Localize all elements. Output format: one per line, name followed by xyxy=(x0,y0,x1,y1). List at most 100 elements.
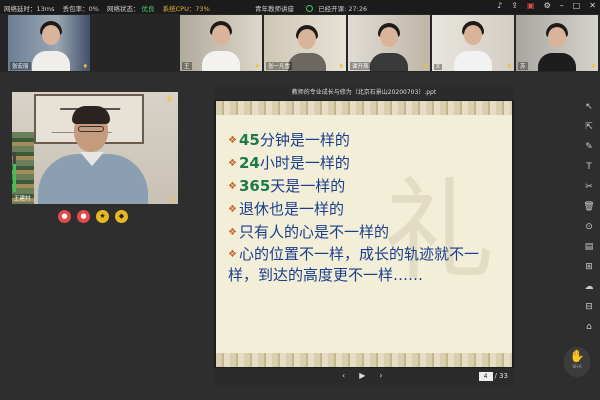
status-bar: 网络延时：13ms 丢包率：0% 网络状态： 优良 系统CPU：73% 青年教师… xyxy=(0,0,600,14)
toolbox-icon[interactable]: ⊟ xyxy=(582,300,596,314)
notification-icon[interactable]: ♪ xyxy=(497,1,502,10)
participant-name: 谭开燕 xyxy=(350,62,371,70)
participant-tile[interactable]: 苏 ♦ xyxy=(516,15,598,71)
speaker-hair xyxy=(72,106,110,124)
current-page-input[interactable]: 4 xyxy=(478,372,493,381)
bullet-text: 小时是一样的 xyxy=(259,154,350,172)
settings-icon[interactable]: ⚙ xyxy=(544,1,551,10)
bullet-item: ❖ 退休也是一样的 xyxy=(228,198,504,221)
scissors-icon[interactable]: ✂ xyxy=(582,180,596,194)
diamond-bullet-icon: ❖ xyxy=(228,227,237,238)
bullet-text: 退休也是一样的 xyxy=(238,200,344,218)
bullet-item: ❖ 45分钟是一样的 xyxy=(228,129,504,152)
participant-head xyxy=(380,27,398,47)
slide-nav: ‹ ▶ › xyxy=(342,371,383,380)
diamond-bullet-icon: ❖ xyxy=(228,181,237,192)
bullet-number: 365 xyxy=(238,177,271,195)
minimize-icon[interactable]: – xyxy=(560,1,564,10)
pointer-icon[interactable]: ↖ xyxy=(582,100,596,114)
camera-off-icon[interactable]: ● xyxy=(77,210,90,223)
network-stats: 网络延时：13ms 丢包率：0% 网络状态： 优良 系统CPU：73% xyxy=(4,3,216,13)
participant-name: 张一凡雪 xyxy=(266,62,293,70)
participant-tile[interactable]: 张宏丽 ♦ xyxy=(8,15,90,71)
participant-body xyxy=(202,51,240,71)
speaker-glasses xyxy=(78,126,104,132)
bullet-text: 天是一样的 xyxy=(270,177,346,195)
image-icon[interactable]: ▤ xyxy=(582,240,596,254)
bullet-number: 45 xyxy=(238,131,260,149)
network-status-prefix: 网络状态： xyxy=(106,5,140,13)
participant-body xyxy=(288,53,326,71)
share-screen-icon[interactable]: ⌂ xyxy=(582,320,596,334)
mute-mic-icon[interactable]: ● xyxy=(58,210,71,223)
participant-strip: 张宏丽 ♦ 王 ♦ 张一凡雪 ♦ 谭开燕 ♦ X ♦ 苏 ♦ xyxy=(0,14,600,72)
close-icon[interactable]: ✕ xyxy=(589,1,596,10)
participant-name: 王 xyxy=(182,62,192,70)
presentation-controls: ‹ ▶ › 4/ 33 xyxy=(214,368,514,386)
speaker-name: 王建村 xyxy=(14,196,31,202)
hand-icon: ✋ xyxy=(569,349,585,363)
mic-icon: ♦ xyxy=(422,63,428,70)
prev-slide-icon[interactable]: ‹ xyxy=(342,371,345,380)
participant-name: 张宏丽 xyxy=(10,62,31,70)
network-status-value: 优良 xyxy=(141,5,155,13)
slide-border-top xyxy=(216,101,512,115)
mic-icon: ♦ xyxy=(506,63,512,70)
bullet-item: ❖ 24小时是一样的 xyxy=(228,152,504,175)
slide-bullets: ❖ 45分钟是一样的 ❖ 24小时是一样的 ❖ 365天是一样的 ❖ 退休也是一样的 ❖… xyxy=(228,129,504,286)
packet-loss-text: 丢包率：0% xyxy=(62,5,99,13)
participant-head xyxy=(464,25,482,45)
participant-head xyxy=(212,25,230,45)
bullet-text: 分钟是一样的 xyxy=(259,131,350,149)
participant-tile[interactable]: 王 ♦ xyxy=(180,15,262,71)
speaker-video[interactable]: 王建村 x0 xyxy=(12,92,178,204)
speaker-controls: ● ● ★ ◆ xyxy=(58,210,128,223)
share-icon[interactable]: ⇪ xyxy=(511,1,518,10)
crown-icon: ♛ xyxy=(166,94,174,103)
stage-icon[interactable]: ◆ xyxy=(115,210,128,223)
play-icon[interactable]: ▶ xyxy=(359,371,365,380)
elapsed-time: 已经开课: 27:26 xyxy=(318,5,368,13)
diamond-bullet-icon: ❖ xyxy=(228,249,237,260)
whiteboard-toolbar: ↖ ⇱ ✎ T ✂ 🗑 ⊙ ▤ ⊞ ☁ ⊟ ⌂ xyxy=(578,100,600,340)
participant-tile[interactable]: 谭开燕 ♦ xyxy=(348,15,430,71)
diamond-bullet-icon: ❖ xyxy=(228,204,237,215)
maximize-icon[interactable]: □ xyxy=(573,1,581,10)
participant-name: X xyxy=(434,64,442,70)
class-title: 青年教师讲座 xyxy=(255,5,294,13)
record-icon[interactable]: ▣ xyxy=(527,1,535,10)
page-indicator: 4/ 33 xyxy=(478,372,508,381)
bullet-item: ❖ 心的位置不一样，成长的轨迹就不一样，到达的高度更不一样…… xyxy=(228,244,504,286)
mic-icon: ♦ xyxy=(254,63,260,70)
presentation-window: 教师的专业成长与修为（北京石景山20200703）.ppt 礼 ❖ 45分钟是一样… xyxy=(214,86,514,386)
participant-head xyxy=(42,25,60,45)
trash-icon[interactable]: 🗑 xyxy=(582,200,596,214)
cloud-icon[interactable]: ☁ xyxy=(582,280,596,294)
bullet-text: 心的位置不一样，成长的轨迹就不一样，到达的高度更不一样…… xyxy=(228,245,479,284)
presentation-title: 教师的专业成长与修为（北京石景山20200703）.ppt xyxy=(214,86,514,100)
next-slide-icon[interactable]: › xyxy=(379,371,382,380)
diamond-bullet-icon: ❖ xyxy=(228,135,237,146)
raise-hand-button[interactable]: ✋ SHA xyxy=(564,347,590,377)
pen-icon[interactable]: ✎ xyxy=(582,140,596,154)
hand-label: SHA xyxy=(572,365,582,370)
laser-icon[interactable]: ⊙ xyxy=(582,220,596,234)
participant-tile[interactable]: 张一凡雪 ♦ xyxy=(264,15,346,71)
diamond-bullet-icon: ❖ xyxy=(228,158,237,169)
screenshot-icon[interactable]: ⊞ xyxy=(582,260,596,274)
mic-icon: ♦ xyxy=(82,63,88,70)
text-icon[interactable]: T xyxy=(582,160,596,174)
mic-icon: ♦ xyxy=(338,63,344,70)
participant-tile[interactable]: X ♦ xyxy=(432,15,514,71)
select-icon[interactable]: ⇱ xyxy=(582,120,596,134)
cpu-usage-text: 系统CPU：73% xyxy=(162,5,210,13)
bullet-text: 只有人的心是不一样的 xyxy=(238,223,389,241)
bullet-item: ❖ 365天是一样的 xyxy=(228,175,504,198)
class-info: 青年教师讲座 已经开课: 27:26 xyxy=(255,3,367,13)
network-status-label: 网络状态： 优良 xyxy=(107,5,155,13)
slide-border-bottom xyxy=(216,353,512,367)
slide: 礼 ❖ 45分钟是一样的 ❖ 24小时是一样的 ❖ 365天是一样的 ❖ 退休也是一样的… xyxy=(216,101,512,367)
participant-body xyxy=(454,51,492,71)
reward-icon[interactable]: ★ xyxy=(96,210,109,223)
bullet-number: 24 xyxy=(238,154,260,172)
